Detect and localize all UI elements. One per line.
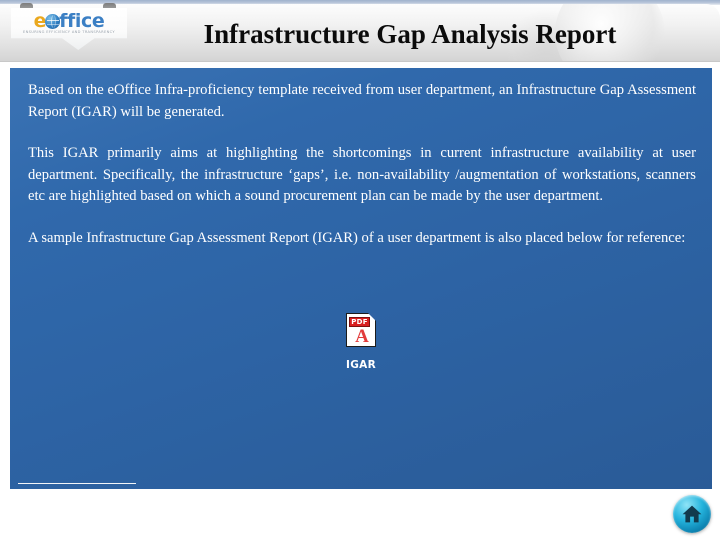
eoffice-logo[interactable]: e ffice ENSURING EFFICIENCY AND TRANSPARE… xyxy=(11,3,127,55)
pdf-file-icon[interactable]: PDF A xyxy=(346,313,376,347)
content-body: Based on the eOffice Infra-proficiency t… xyxy=(10,68,712,249)
logo-tagline: ENSURING EFFICIENCY AND TRANSPARENCY xyxy=(23,30,115,34)
paragraph-3: A sample Infrastructure Gap Assessment R… xyxy=(28,229,686,246)
attachment-block[interactable]: PDF A IGAR xyxy=(10,313,712,371)
globe-icon xyxy=(45,14,61,29)
attachment-label: IGAR xyxy=(346,359,376,371)
content-panel: Based on the eOffice Infra-proficiency t… xyxy=(10,68,712,489)
home-button[interactable] xyxy=(673,495,711,533)
slide: e ffice ENSURING EFFICIENCY AND TRANSPARE… xyxy=(0,0,720,540)
acrobat-a-icon: A xyxy=(355,326,369,347)
footer-divider xyxy=(18,483,136,484)
home-icon xyxy=(682,505,702,523)
logo-letters-ffice: ffice xyxy=(59,10,105,32)
paragraph-1: Based on the eOffice Infra-proficiency t… xyxy=(28,82,696,120)
paragraph-2: This IGAR primarily aims at highlighting… xyxy=(28,145,696,204)
page-title: Infrastructure Gap Analysis Report xyxy=(203,19,617,49)
logo-wordmark: e ffice xyxy=(11,12,127,31)
